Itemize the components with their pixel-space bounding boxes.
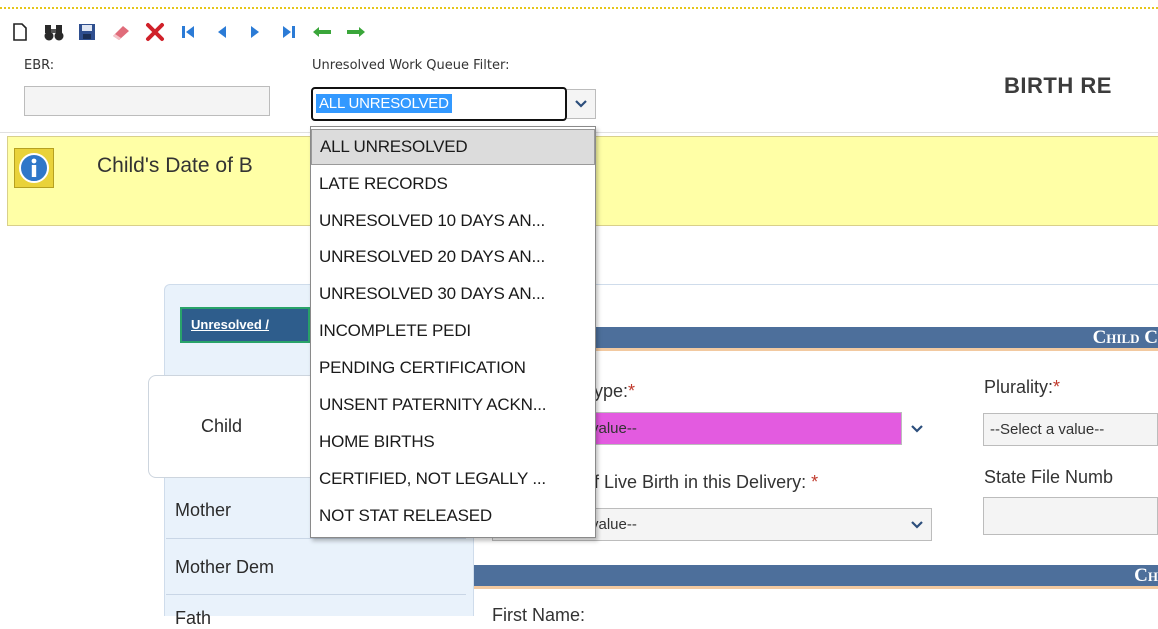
dropdown-option-home-births[interactable]: HOME BIRTHS <box>311 425 595 461</box>
nav-item-mother[interactable]: Mother <box>175 500 231 521</box>
dropdown-option-incomplete-pedi[interactable]: INCOMPLETE PEDI <box>311 314 595 350</box>
chevron-down-icon[interactable] <box>902 509 932 540</box>
dropdown-option-certified-not-legally[interactable]: CERTIFIED, NOT LEGALLY ... <box>311 462 595 498</box>
find-binoculars-icon[interactable] <box>43 21 65 43</box>
work-queue-filter-select[interactable]: ALL UNRESOLVED <box>311 87 567 121</box>
nav-divider <box>166 538 466 539</box>
ebr-input[interactable] <box>24 86 270 116</box>
dropdown-option-unresolved-20-days[interactable]: UNRESOLVED 20 DAYS AN... <box>311 240 595 276</box>
chevron-down-icon[interactable] <box>902 413 932 444</box>
dropdown-option-pending-certification[interactable]: PENDING CERTIFICATION <box>311 351 595 387</box>
required-asterisk: * <box>811 472 819 492</box>
info-message-text: Child's Date of B <box>97 154 253 177</box>
dropdown-option-all-unresolved[interactable]: ALL UNRESOLVED <box>311 129 595 165</box>
delete-x-icon[interactable] <box>144 21 166 43</box>
first-record-icon[interactable] <box>177 21 199 43</box>
page-title: BIRTH RE <box>1004 73 1112 98</box>
required-asterisk: * <box>1053 377 1061 397</box>
plurality-label: Plurality:* <box>984 377 1060 398</box>
ebr-label: EBR: <box>24 58 55 73</box>
birth-type-label: ype:* <box>594 381 635 402</box>
state-file-number-input[interactable] <box>983 497 1158 535</box>
work-queue-filter-label: Unresolved Work Queue Filter: <box>312 58 510 73</box>
forward-arrow-icon[interactable] <box>345 21 367 43</box>
nav-divider <box>166 594 466 595</box>
plurality-label-text: Plurality: <box>984 377 1054 397</box>
toolbar-top-border <box>0 7 1158 9</box>
new-document-icon[interactable] <box>9 21 31 43</box>
nav-item-father[interactable]: Fath <box>175 608 211 629</box>
work-queue-selected-value: ALL UNRESOLVED <box>316 94 452 113</box>
dropdown-option-unresolved-10-days[interactable]: UNRESOLVED 10 DAYS AN... <box>311 204 595 240</box>
next-record-icon[interactable] <box>244 21 266 43</box>
previous-record-icon[interactable] <box>211 21 233 43</box>
state-file-number-label: State File Numb <box>984 467 1114 487</box>
dropdown-option-late-records[interactable]: LATE RECORDS <box>311 167 595 203</box>
eraser-icon[interactable] <box>110 21 132 43</box>
nav-item-mother-dem[interactable]: Mother Dem <box>175 557 274 578</box>
dropdown-option-unsent-paternity[interactable]: UNSENT PATERNITY ACKN... <box>311 388 595 424</box>
work-queue-filter-dropdown: ALL UNRESOLVED LATE RECORDS UNRESOLVED 1… <box>310 126 596 538</box>
last-record-icon[interactable] <box>278 21 300 43</box>
section-header-child-name: Ch <box>474 565 1158 589</box>
info-icon <box>14 148 54 188</box>
back-arrow-icon[interactable] <box>311 21 333 43</box>
live-birth-order-label: f Live Birth in this Delivery: * <box>594 472 818 493</box>
unresolved-tab-link[interactable]: Unresolved / <box>180 307 310 343</box>
nav-item-child-label[interactable]: Child <box>201 416 242 437</box>
dropdown-option-unresolved-30-days[interactable]: UNRESOLVED 30 DAYS AN... <box>311 277 595 313</box>
live-birth-order-label-text: f Live Birth in this Delivery: <box>594 472 807 492</box>
birth-type-label-text: ype: <box>594 381 629 401</box>
chevron-down-icon[interactable] <box>567 89 596 119</box>
required-asterisk: * <box>628 381 636 401</box>
dropdown-option-not-stat-released[interactable]: NOT STAT RELEASED <box>311 499 595 535</box>
save-disk-icon[interactable] <box>76 21 98 43</box>
plurality-select[interactable]: --Select a value-- <box>983 413 1158 446</box>
